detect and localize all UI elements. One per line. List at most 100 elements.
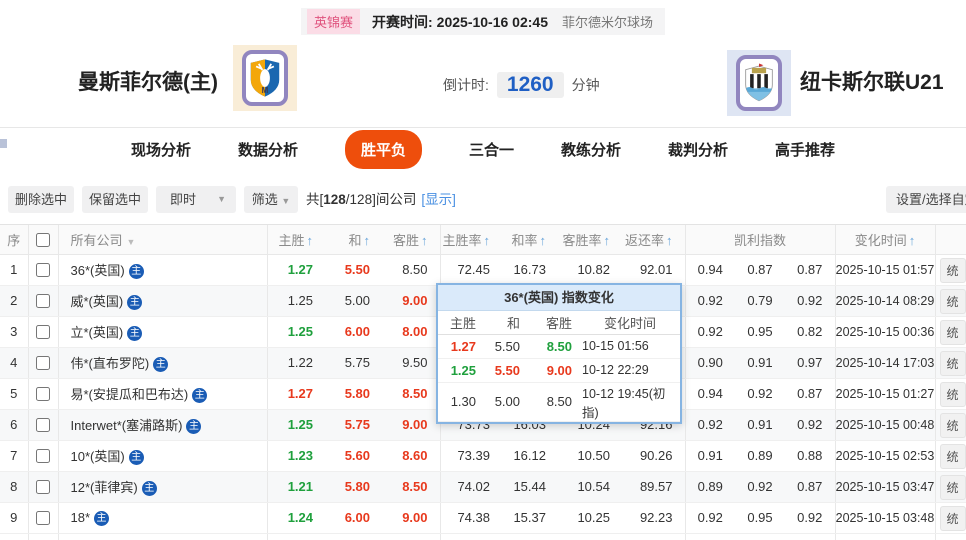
sort-up-icon: ↑ — [363, 232, 371, 248]
stats-button[interactable]: 统 — [939, 319, 966, 345]
kelly-draw-cell: 0.91 — [735, 347, 785, 379]
company-name[interactable]: 伟*(直布罗陀) — [71, 356, 150, 371]
stats-button[interactable]: 统 — [939, 381, 966, 407]
home-team-logo: M — [233, 45, 297, 111]
chevron-down-icon: ▼ — [281, 196, 291, 206]
tab-coach-analysis[interactable]: 教练分析 — [561, 139, 621, 160]
away-odds-cell: 8.50 — [382, 254, 440, 286]
chevron-down-icon: ▼ — [217, 194, 226, 204]
change-time-cell: 2025-10-15 01:57 — [834, 254, 935, 286]
company-name[interactable]: 10*(英国) — [71, 449, 125, 464]
stats-button[interactable]: 统 — [939, 443, 966, 469]
row-checkbox[interactable] — [36, 418, 50, 433]
tab-win-draw-lose[interactable]: 胜平负 — [344, 130, 422, 169]
stats-button[interactable]: 统 — [939, 412, 966, 438]
row-checkbox[interactable] — [36, 356, 50, 371]
row-checkbox[interactable] — [36, 480, 50, 495]
tab-live-analysis[interactable]: 现场分析 — [131, 139, 191, 160]
time-filter-dropdown[interactable]: 即时 ▼ — [156, 186, 236, 213]
odds-change-popup: 36*(英国) 指数变化 主胜 和 客胜 变化时间 1.27 5.50 8.50… — [436, 283, 682, 424]
away-team-name: 纽卡斯尔联U21 — [800, 71, 944, 94]
header-return-rate[interactable]: 返还率 ↑ — [622, 225, 685, 255]
company-name[interactable]: 12*(菲律宾) — [71, 480, 138, 495]
company-name[interactable]: 易*(安提瓜和巴布达) — [71, 387, 189, 402]
company-name[interactable]: 36*(英国) — [71, 263, 125, 278]
show-link[interactable]: [显示] — [421, 192, 456, 207]
stats-button[interactable]: 统 — [939, 474, 966, 500]
popup-away-odds: 8.50 — [528, 382, 580, 422]
company-cell: 易*(安提瓜和巴布达) 主 — [57, 378, 267, 410]
match-info-bar: 英锦赛 开赛时间: 2025-10-16 02:45 菲尔德米尔球场 — [0, 8, 966, 35]
stats-button[interactable]: 统 — [939, 257, 966, 283]
svg-text:M: M — [262, 86, 269, 95]
stats-button[interactable]: 统 — [939, 288, 966, 314]
away-odds-cell: 8.60 — [382, 440, 440, 472]
kelly-draw-cell: 0.87 — [735, 254, 785, 286]
header-draw-odds[interactable]: 和 ↑ — [325, 225, 382, 255]
row-checkbox[interactable] — [36, 294, 50, 309]
draw-odds-cell: 5.50 — [325, 254, 382, 286]
popup-row: 1.25 5.50 9.00 10-12 22:29 — [438, 358, 680, 383]
popup-change-time: 10-12 22:29 — [580, 358, 680, 383]
kickoff-time: 2025-10-16 02:45 — [436, 13, 548, 30]
kelly-away-cell: 0.88 — [785, 440, 835, 472]
header-draw-rate[interactable]: 和率 ↑ — [502, 225, 558, 255]
header-home-rate[interactable]: 主胜率 ↑ — [439, 225, 502, 255]
draw-rate-cell: 16.12 — [502, 440, 558, 472]
league-badge: 英锦赛 — [306, 9, 360, 34]
sort-up-icon: ↑ — [421, 232, 428, 248]
tab-three-in-one[interactable]: 三合一 — [469, 139, 514, 160]
kelly-home-cell: 0.94 — [684, 254, 735, 286]
header-change-time[interactable]: 变化时间 ↑ — [834, 225, 935, 255]
stats-button[interactable]: 统 — [939, 505, 966, 531]
home-badge-icon: 主 — [128, 450, 144, 465]
header-home-odds[interactable]: 主胜 ↑ — [266, 225, 325, 255]
sort-up-icon: ↑ — [666, 232, 673, 248]
company-name[interactable]: 18* — [71, 510, 91, 525]
company-name[interactable]: 威*(英国) — [71, 294, 124, 309]
row-checkbox[interactable] — [36, 387, 50, 402]
kelly-draw-cell: 0.92 — [735, 378, 785, 410]
row-checkbox-cell — [27, 254, 58, 286]
home-odds-cell: 1.23 — [266, 440, 325, 472]
stats-button[interactable]: 统 — [939, 350, 966, 376]
away-rate-cell: 10.25 — [558, 502, 622, 534]
header-company[interactable]: 所有公司 ▼ — [57, 225, 267, 255]
kelly-home-cell: 0.91 — [684, 440, 735, 472]
kelly-draw-cell: 0.89 — [735, 440, 785, 472]
home-odds-cell: 1.24 — [266, 502, 325, 534]
filter-dropdown[interactable]: 筛选 ▼ — [244, 186, 298, 213]
return-rate-cell: 90.26 — [622, 440, 685, 472]
popup-header-time: 变化时间 — [580, 311, 680, 335]
row-checkbox[interactable] — [36, 449, 50, 464]
company-name[interactable]: Interwet*(塞浦路斯) — [71, 418, 183, 433]
keep-selected-button[interactable]: 保留选中 — [82, 186, 148, 213]
header-away-odds[interactable]: 客胜 ↑ — [382, 225, 440, 255]
away-odds-cell: 9.00 — [382, 502, 440, 534]
away-team-logo — [727, 50, 791, 116]
row-checkbox[interactable] — [36, 325, 50, 340]
tab-expert-picks[interactable]: 高手推荐 — [775, 139, 835, 160]
company-cell: 立*(英国) 主 — [57, 316, 267, 348]
settings-button[interactable]: 设置/选择自定 — [886, 186, 966, 213]
delete-selected-button[interactable]: 删除选中 — [8, 186, 74, 213]
kelly-away-cell: 0.92 — [785, 409, 835, 441]
sort-up-icon: ↑ — [306, 232, 314, 248]
change-time-cell: 2025-10-15 03:48 — [834, 502, 935, 534]
popup-away-odds: 8.50 — [528, 334, 580, 359]
home-team-name: 曼斯菲尔德(主) — [78, 71, 218, 94]
company-cell: 36*(英国) 主 — [57, 254, 267, 286]
tab-referee-analysis[interactable]: 裁判分析 — [668, 139, 728, 160]
company-name[interactable]: 立*(英国) — [71, 325, 124, 340]
company-cell: 威*(英国) 主 — [57, 285, 267, 317]
header-away-rate[interactable]: 客胜率 ↑ — [558, 225, 622, 255]
table-toolbar: 删除选中 保留选中 即时 ▼ 筛选 ▼ 共[128/128]间公司 [显示] 设置… — [0, 171, 966, 224]
tab-data-analysis[interactable]: 数据分析 — [238, 139, 298, 160]
popup-draw-odds: 5.50 — [484, 334, 528, 359]
row-checkbox[interactable] — [36, 511, 50, 526]
select-all-checkbox[interactable] — [36, 233, 50, 248]
countdown-value: 1260 — [496, 72, 564, 98]
draw-rate-cell: 15.44 — [502, 471, 558, 503]
row-checkbox[interactable] — [36, 263, 50, 278]
row-index: 6 — [0, 409, 28, 441]
